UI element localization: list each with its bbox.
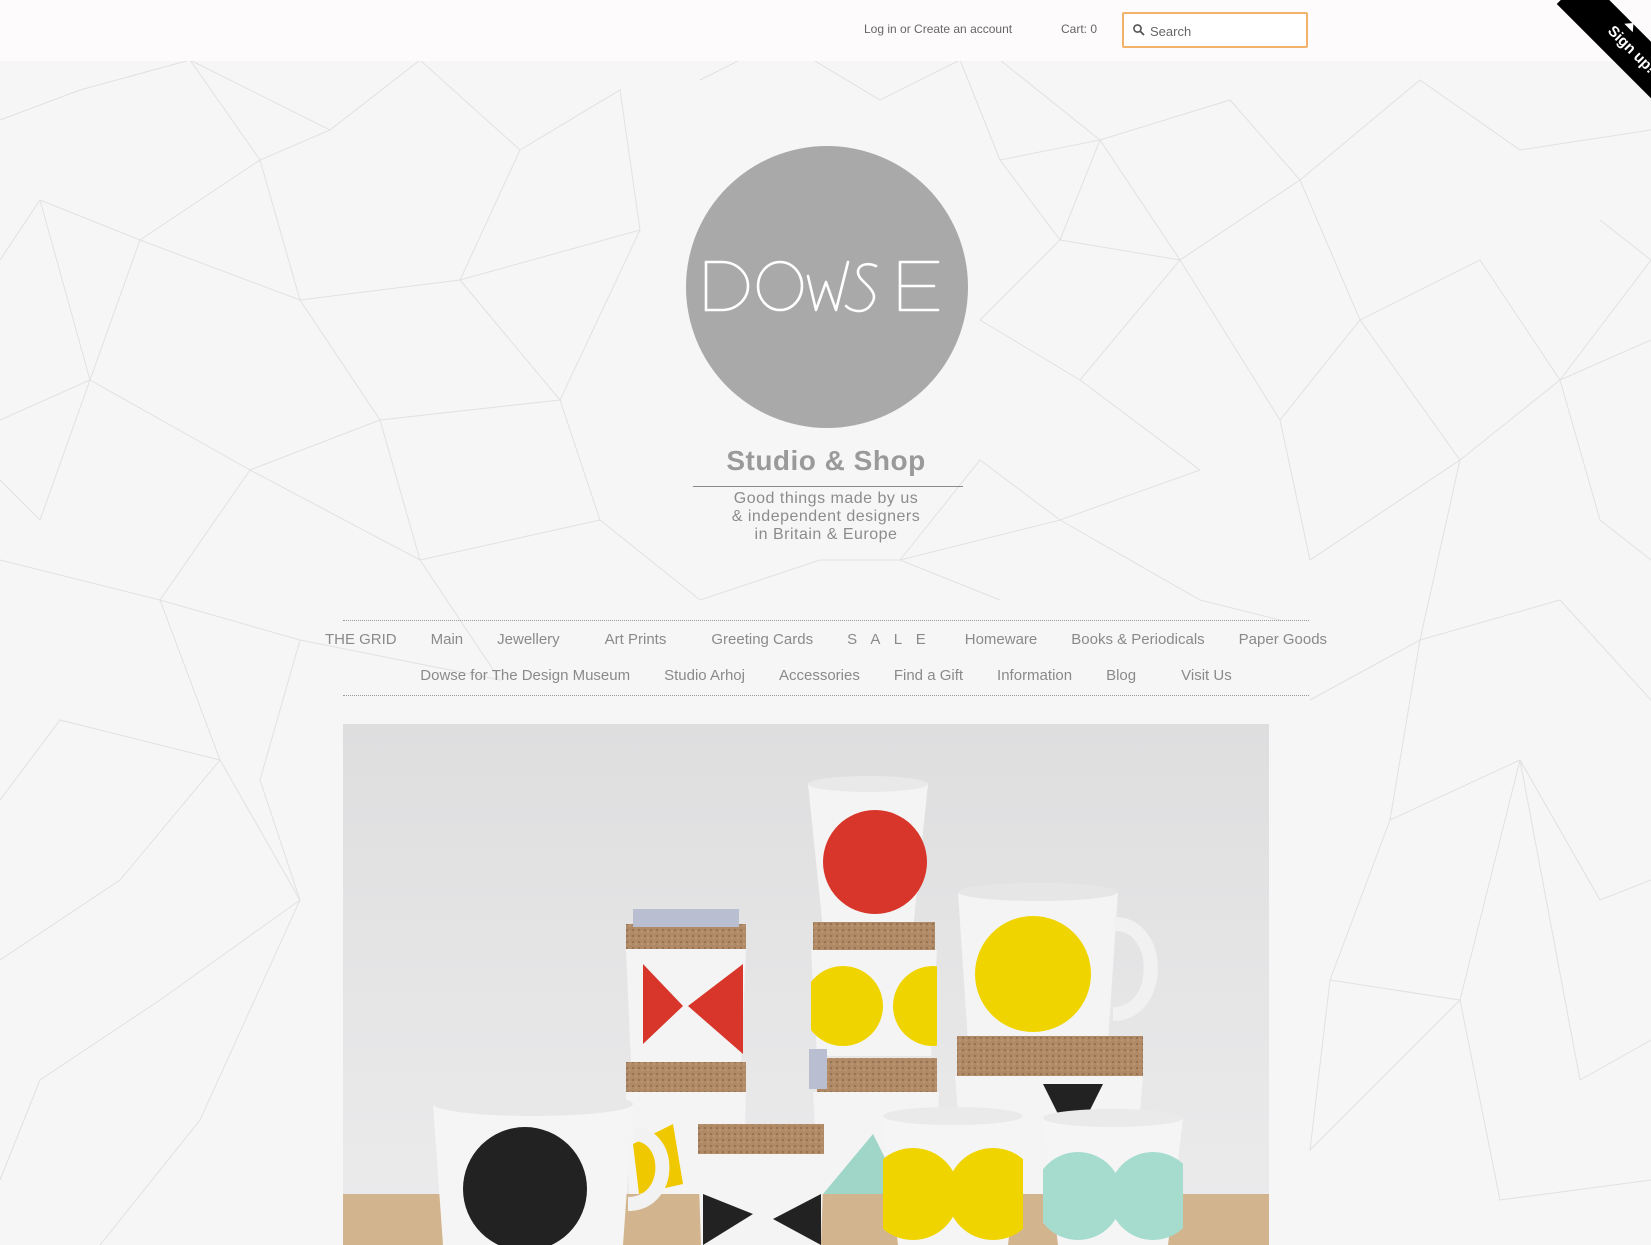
hero-image[interactable]	[343, 724, 1269, 1245]
nav-item-homeware[interactable]: Homeware	[965, 631, 1038, 648]
nav-item-visit-us[interactable]: Visit Us	[1181, 667, 1232, 684]
studio-title: Studio & Shop	[726, 445, 926, 476]
nav-item-paper-goods[interactable]: Paper Goods	[1239, 631, 1327, 648]
tagline-line-1: Good things made by us	[733, 490, 919, 507]
nav-item-jewellery[interactable]: Jewellery	[497, 631, 560, 648]
nav-item-find-a-gift[interactable]: Find a Gift	[894, 667, 963, 684]
tagline-line-3: in Britain & Europe	[754, 526, 898, 543]
hero-ceramics-illustration	[343, 724, 1269, 1245]
search-icon	[1133, 24, 1145, 36]
nav-item-studio-arhoj[interactable]: Studio Arhoj	[664, 667, 745, 684]
nav-item-books-periodicals[interactable]: Books & Periodicals	[1071, 631, 1204, 648]
nav-item-the-grid[interactable]: THE GRID	[325, 631, 397, 648]
signup-ribbon[interactable]: Sign up!	[1536, 0, 1651, 115]
tagline-line-2: & independent designers	[731, 508, 921, 525]
nav-item-information[interactable]: Information	[997, 667, 1072, 684]
tagline: Good things made by us & independent des…	[694, 490, 958, 544]
nav-item-art-prints[interactable]: Art Prints	[605, 631, 667, 648]
nav-item-blog[interactable]: Blog	[1106, 667, 1136, 684]
top-bar: Log in or Create an account Cart: 0	[0, 0, 1651, 61]
page: Log in or Create an account Cart: 0 Sign…	[0, 0, 1651, 1245]
signup-ribbon-label[interactable]: Sign up!	[1556, 0, 1651, 115]
nav-item-design-museum[interactable]: Dowse for The Design Museum	[420, 667, 630, 684]
nav-item-main[interactable]: Main	[431, 631, 464, 648]
search-box[interactable]	[1122, 12, 1308, 48]
main-navigation: THE GRID Main Jewellery Art Prints Greet…	[325, 620, 1327, 696]
account-link-text[interactable]: Log in or Create an account	[864, 22, 1012, 36]
account-links[interactable]: Log in or Create an account	[864, 22, 1012, 36]
nav-item-sale[interactable]: S A L E	[847, 631, 931, 648]
nav-item-accessories[interactable]: Accessories	[779, 667, 860, 684]
cart-link[interactable]: Cart: 0	[1061, 22, 1097, 36]
dowse-logo-wordmark	[704, 260, 940, 313]
nav-row-1: THE GRID Main Jewellery Art Prints Greet…	[325, 631, 1327, 648]
title-divider	[693, 486, 963, 487]
nav-row-2: Dowse for The Design Museum Studio Arhoj…	[343, 667, 1309, 684]
search-input[interactable]	[1148, 18, 1304, 44]
nav-item-greeting-cards[interactable]: Greeting Cards	[711, 631, 813, 648]
